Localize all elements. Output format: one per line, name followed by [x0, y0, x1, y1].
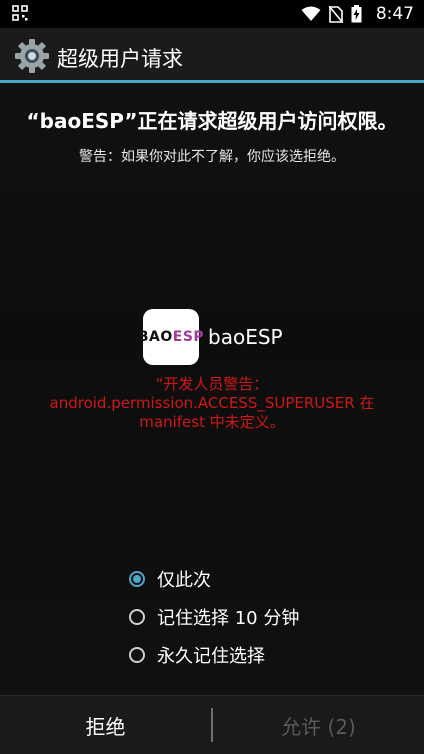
allow-button[interactable]: 允许 (2) — [213, 696, 424, 754]
option-forever[interactable]: 永久记住选择 — [129, 643, 265, 667]
developer-warning-line: “开发人员警告： — [155, 375, 269, 393]
wifi-icon — [301, 6, 321, 21]
page-title: 超级用户请求 — [57, 47, 183, 71]
battery-charging-icon — [351, 5, 362, 23]
option-label: 永久记住选择 — [157, 646, 265, 667]
app-notification-icon — [12, 5, 28, 21]
option-once[interactable]: 仅此次 — [129, 567, 211, 591]
developer-warning-line: manifest 中未定义。 — [139, 413, 285, 431]
developer-warning-line: android.permission.ACCESS_SUPERUSER 在 — [49, 394, 375, 412]
app-name: baoESP — [208, 325, 283, 349]
option-label: 记住选择 10 分钟 — [157, 608, 300, 629]
no-sim-icon — [329, 5, 343, 23]
request-content: “baoESP”正在请求超级用户访问权限。 警告：如果你对此不了解，你应该选拒绝… — [0, 83, 424, 695]
app-icon: BAO ESP — [138, 309, 204, 365]
gear-icon — [15, 39, 49, 73]
app-icon-text-bao: BAO — [137, 329, 173, 345]
radio-unselected-icon[interactable] — [129, 647, 145, 663]
request-headline: “baoESP”正在请求超级用户访问权限。 — [26, 109, 398, 133]
status-time: 8:47 — [375, 4, 414, 24]
developer-warning: “开发人员警告： android.permission.ACCESS_SUPER… — [0, 375, 424, 432]
action-bar: 拒绝 允许 (2) — [0, 695, 424, 754]
title-bar: 超级用户请求 — [0, 28, 424, 83]
request-warning: 警告：如果你对此不了解，你应该选拒绝。 — [79, 149, 345, 165]
option-label: 仅此次 — [157, 570, 211, 591]
app-icon-text-esp: ESP — [172, 329, 205, 345]
deny-button[interactable]: 拒绝 — [0, 696, 211, 754]
radio-unselected-icon[interactable] — [129, 609, 145, 625]
option-10-minutes[interactable]: 记住选择 10 分钟 — [129, 605, 299, 629]
radio-selected-icon[interactable] — [129, 571, 145, 587]
status-bar: 8:47 — [0, 0, 424, 28]
